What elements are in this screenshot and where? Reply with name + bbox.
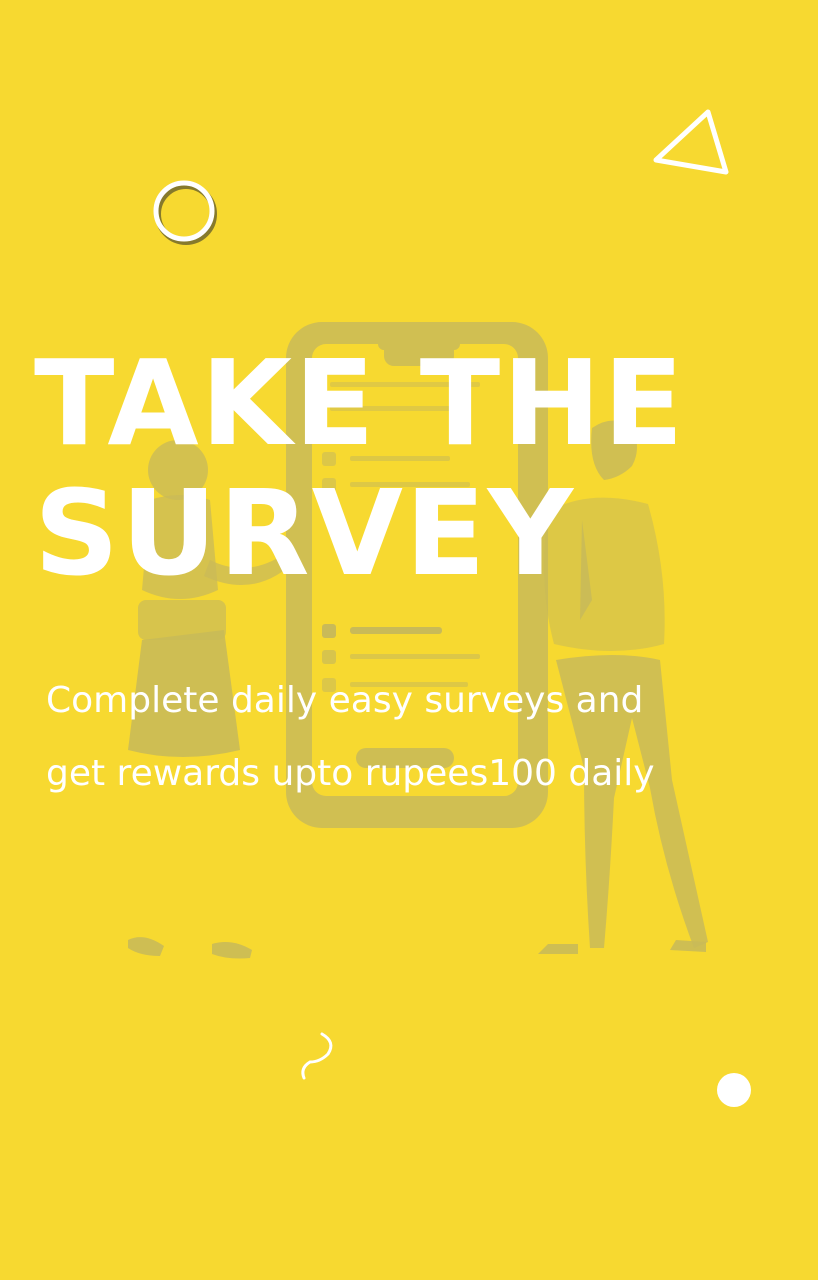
page-title-line-1: TAKE THE [34,334,686,472]
onboarding-screen: TAKE THE SURVEY Complete daily easy surv… [0,0,818,1280]
page-title: TAKE THE SURVEY [34,338,686,598]
circle-outline-icon [153,180,217,245]
squiggle-icon [301,1032,333,1080]
decorations [153,109,751,1107]
dot-icon [717,1073,751,1107]
triangle-outline-icon [653,109,729,175]
page-title-line-2: SURVEY [34,464,576,602]
page-subtitle: Complete daily easy surveys and get rewa… [46,680,655,794]
